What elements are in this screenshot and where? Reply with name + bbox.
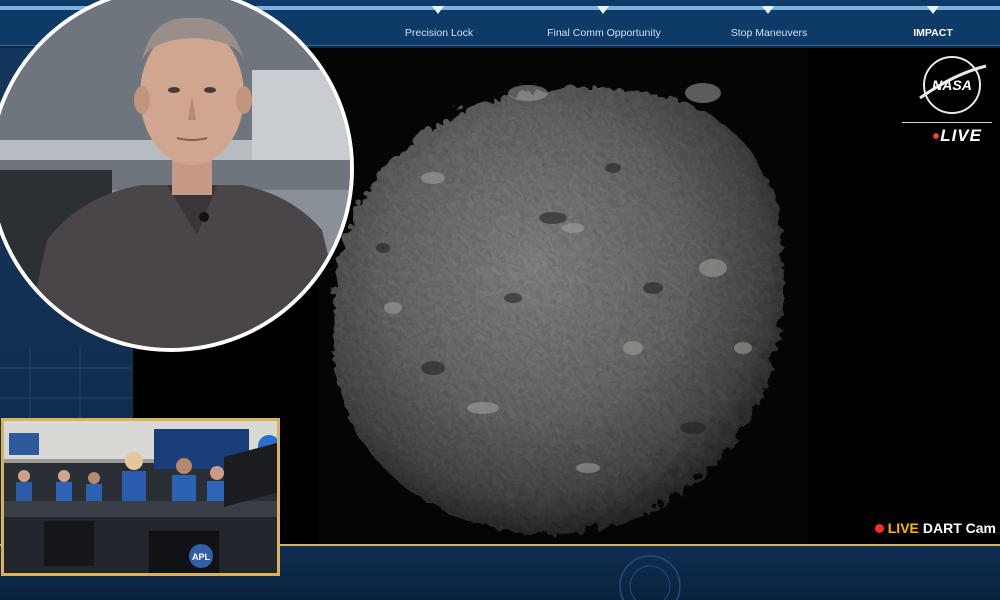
broadcast-frame: Precision Lock Final Comm Opportunity St… [0, 0, 1000, 600]
timeline-marker-impact [927, 6, 939, 14]
timeline-label-stop-maneuvers: Stop Maneuvers [730, 27, 808, 39]
control-room-video-inset: APL [1, 418, 280, 576]
live-badge-text: LIVE [940, 126, 982, 145]
timeline-marker-stop-maneuvers [762, 6, 774, 14]
control-room-image: APL [4, 421, 277, 573]
nasa-logo-text: NASA [932, 77, 972, 93]
live-badge: •LIVE [932, 126, 982, 149]
dart-cam-label: LIVE DART Cam [874, 520, 996, 536]
nasa-logo: NASA [919, 56, 987, 114]
dart-cam-live-text: LIVE [887, 520, 919, 536]
timeline-marker-precision-lock [432, 6, 444, 14]
apl-logo-text: APL [192, 552, 211, 562]
timeline-label-impact: IMPACT [913, 27, 953, 39]
dart-cam-name: DART Cam [922, 520, 996, 536]
timeline-marker-final-comm [597, 6, 609, 14]
live-dot-icon: • [932, 126, 941, 148]
live-divider [902, 122, 992, 123]
timeline-label-final-comm: Final Comm Opportunity [547, 27, 661, 39]
recording-dot-icon [874, 524, 884, 533]
timeline-label-precision-lock: Precision Lock [404, 27, 474, 39]
